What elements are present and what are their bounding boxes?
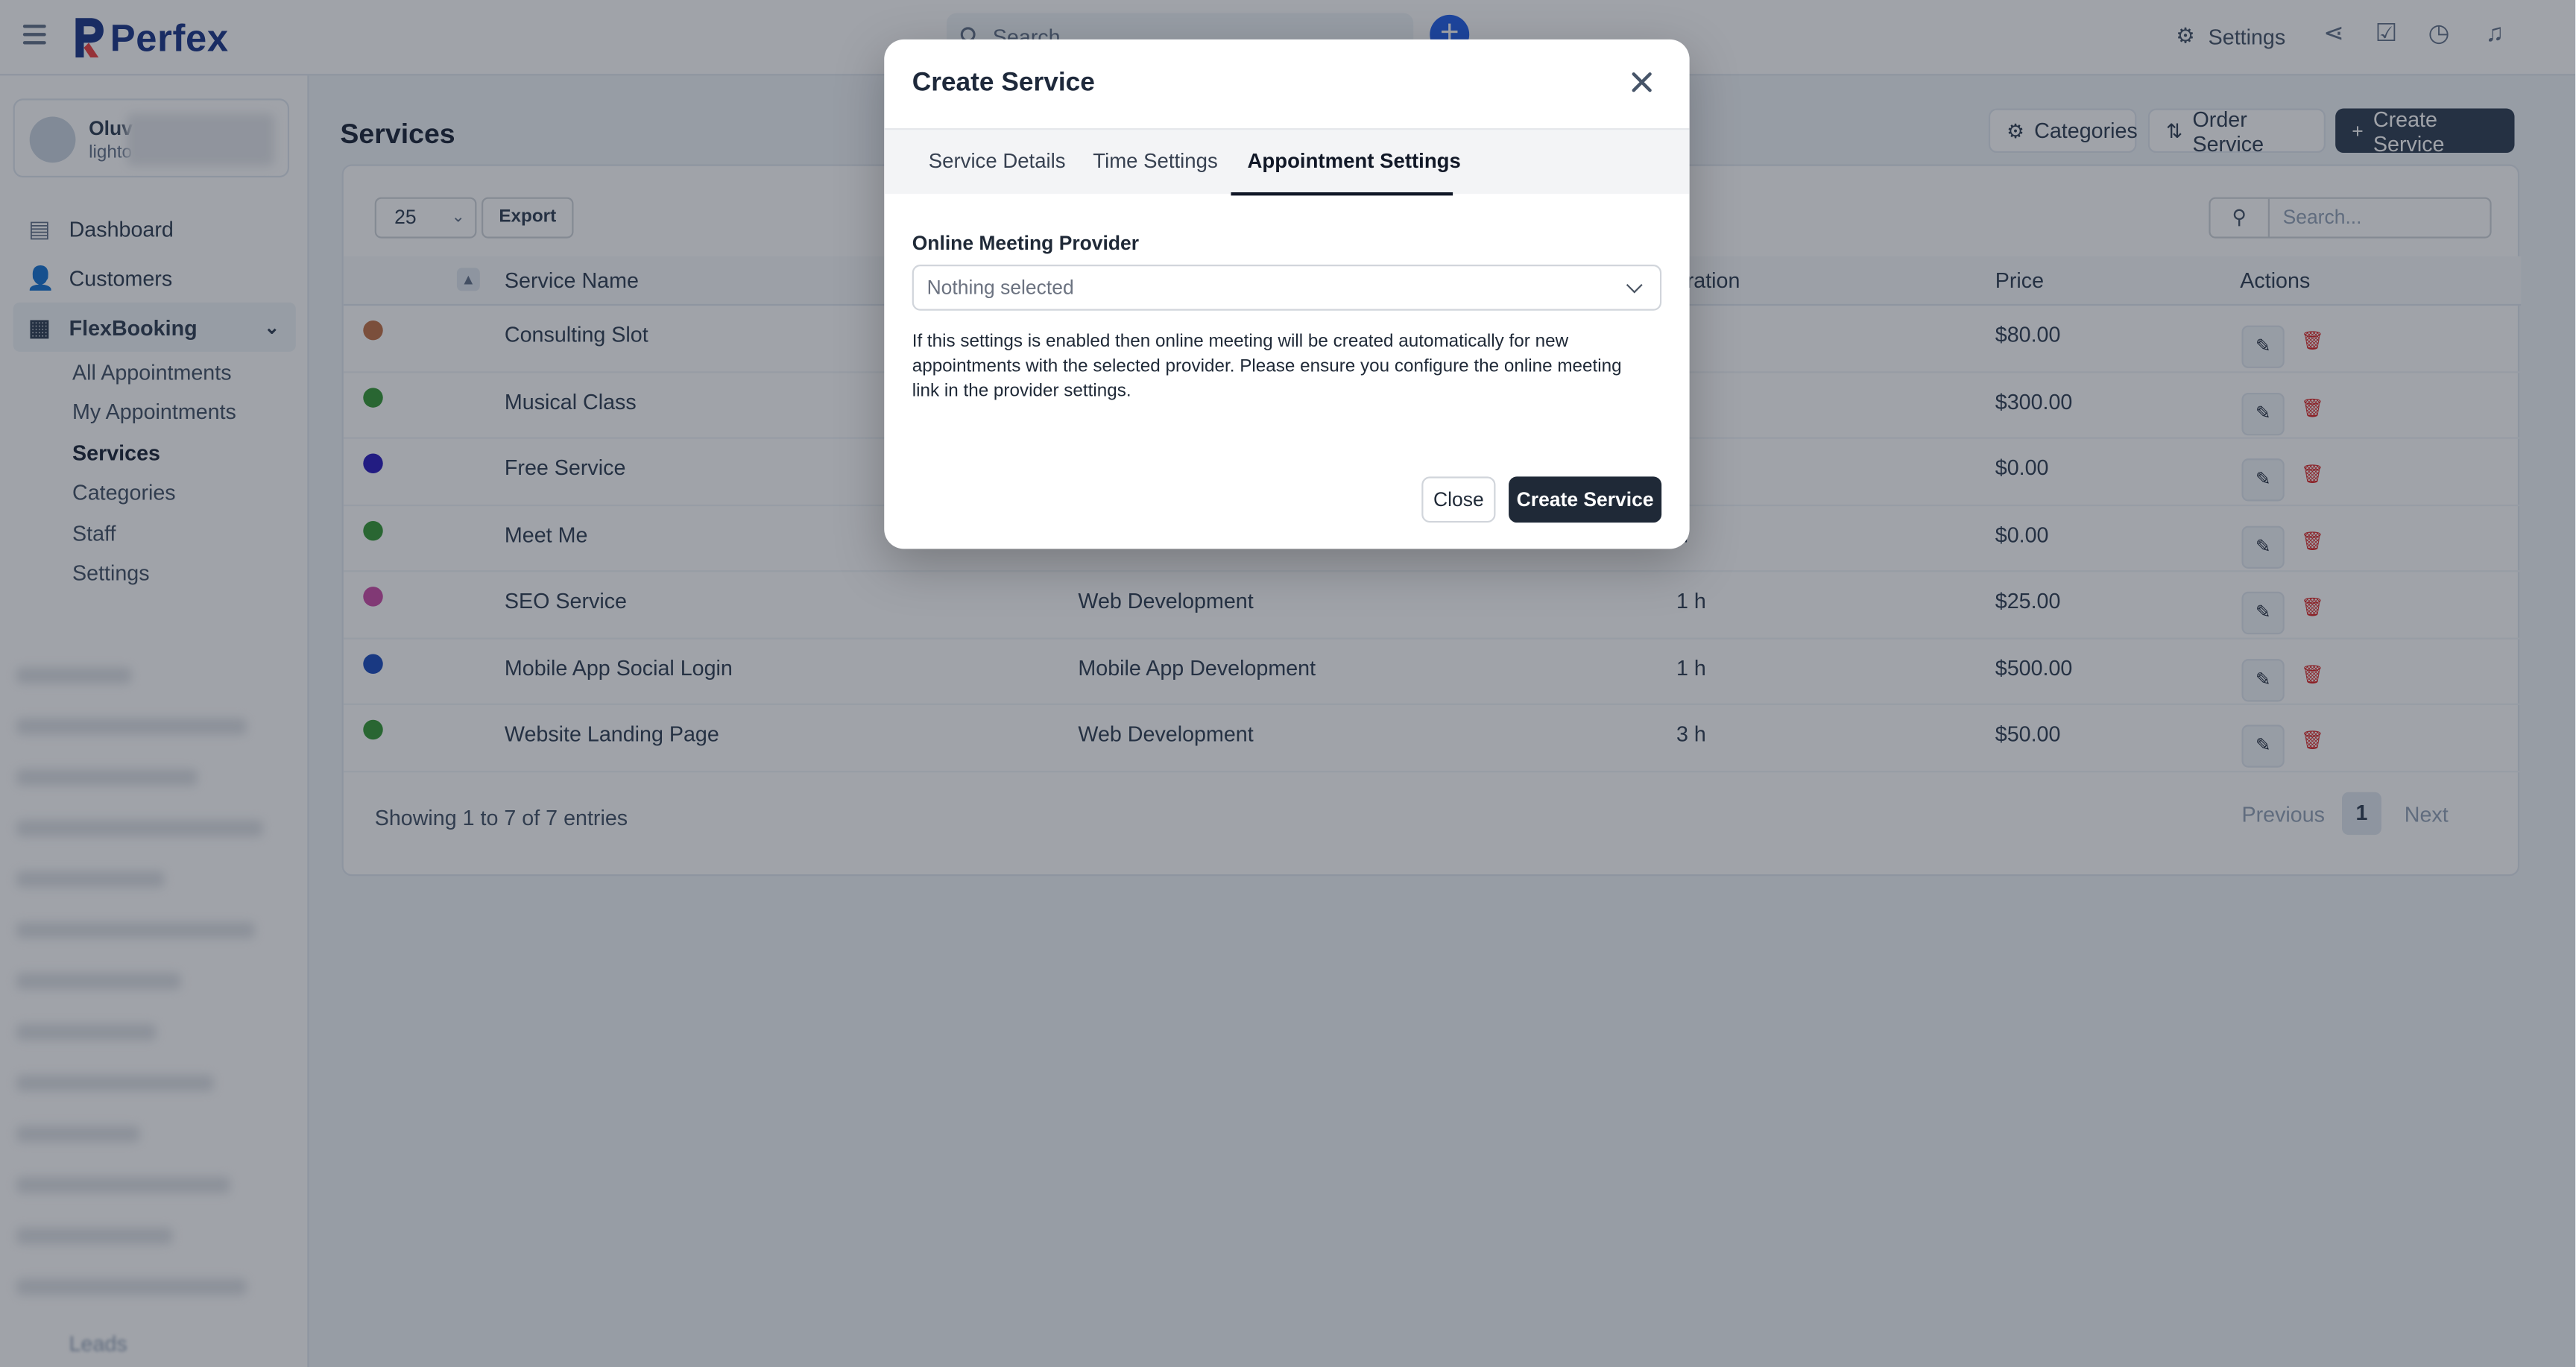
online-meeting-provider-select[interactable]: Nothing selected <box>912 264 1662 311</box>
active-tab-indicator <box>1231 192 1453 196</box>
chevron-down-icon <box>1626 277 1643 294</box>
tab-time-settings[interactable]: Time Settings <box>1093 150 1217 173</box>
online-meeting-provider-label: Online Meeting Provider <box>912 231 1140 255</box>
app-root: Perfex Search... + ⚙ Settings ⋖ ☑ ◷ ♫ Ol… <box>0 0 2576 1367</box>
tab-service-details[interactable]: Service Details <box>929 150 1066 173</box>
tab-appointment-settings[interactable]: Appointment Settings <box>1248 150 1461 173</box>
modal-title: Create Service <box>912 69 1095 98</box>
select-value: Nothing selected <box>926 276 1074 300</box>
close-icon[interactable] <box>1627 67 1657 97</box>
help-text: If this settings is enabled then online … <box>912 332 1622 401</box>
modal-tabs: Service Details Time Settings Appointmen… <box>884 127 1690 196</box>
create-service-submit-button[interactable]: Create Service <box>1509 476 1662 523</box>
create-service-modal: Create Service Service Details Time Sett… <box>884 39 1690 549</box>
close-button[interactable]: Close <box>1421 476 1496 523</box>
